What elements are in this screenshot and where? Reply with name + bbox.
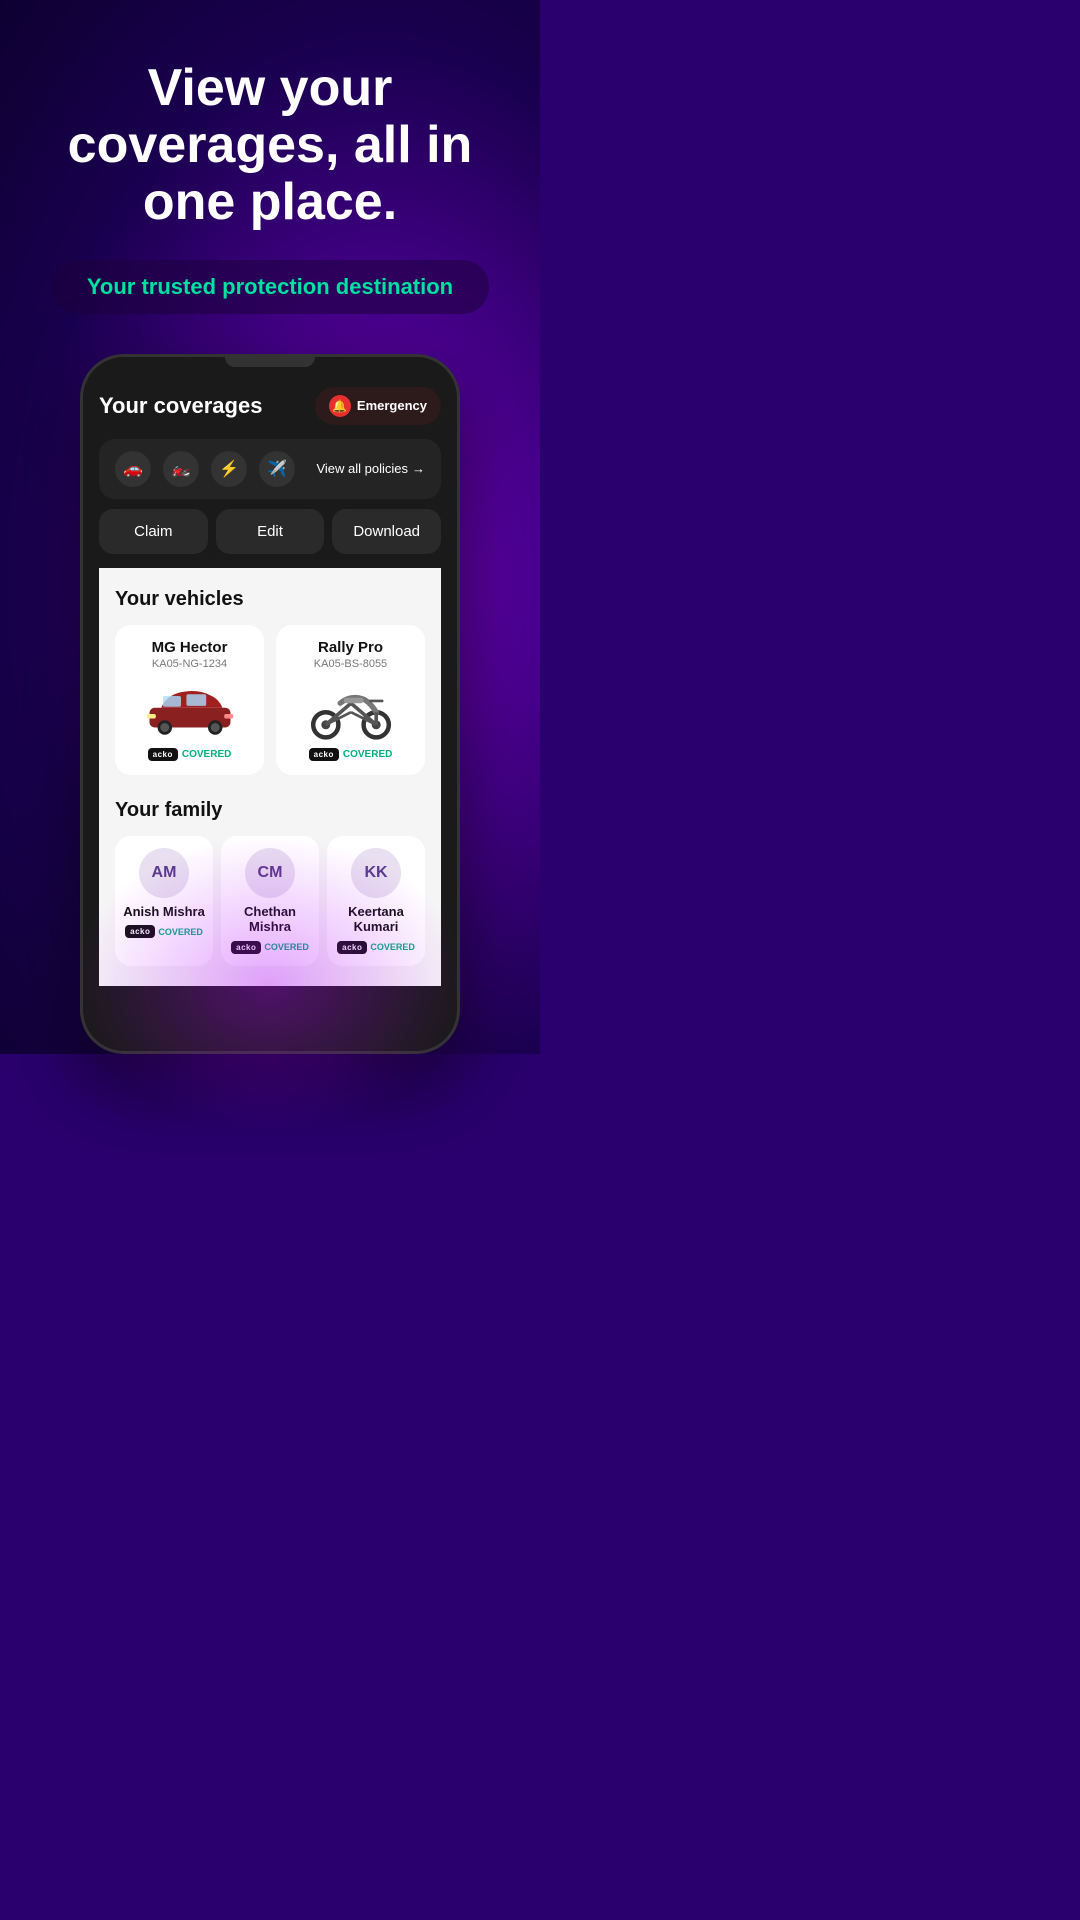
family-card-cm[interactable]: CM Chethan Mishra acko COVERED — [221, 836, 319, 966]
hero-subtitle-container: Your trusted protection destination — [51, 260, 489, 314]
view-all-label: View all policies — [316, 461, 408, 476]
avatar-am: AM — [139, 848, 189, 898]
arrow-right-icon: → — [412, 461, 425, 476]
bell-icon: 🔔 — [329, 395, 351, 417]
covered-label: COVERED — [158, 927, 203, 937]
download-button[interactable]: Download — [332, 509, 441, 554]
car-policy-icon[interactable]: 🚗 — [115, 451, 151, 487]
avatar-cm: CM — [245, 848, 295, 898]
avatar-kk: KK — [351, 848, 401, 898]
family-covered-badge: acko COVERED — [125, 925, 203, 938]
family-card-kk[interactable]: KK Keertana Kumari acko COVERED — [327, 836, 425, 966]
vehicle-covered-badge: acko COVERED — [148, 748, 232, 761]
vehicle-card-rally-pro[interactable]: Rally Pro KA05-BS-8055 — [276, 625, 425, 775]
acko-logo: acko — [309, 748, 339, 761]
family-member-name: Chethan Mishra — [229, 904, 311, 935]
bike-image — [306, 680, 396, 740]
family-member-name: Anish Mishra — [123, 904, 205, 920]
family-covered-badge: acko COVERED — [231, 941, 309, 954]
family-grid: AM Anish Mishra acko COVERED CM Chethan … — [115, 836, 425, 966]
ev-policy-icon[interactable]: ⚡ — [211, 451, 247, 487]
view-all-policies-button[interactable]: View all policies → — [316, 461, 425, 476]
hero-title: View your coverages, all in one place. — [30, 60, 510, 232]
acko-logo: acko — [337, 941, 367, 954]
content-section: Your vehicles MG Hector KA05-NG-1234 — [99, 568, 441, 986]
acko-logo: acko — [148, 748, 178, 761]
phone-notch — [225, 357, 315, 367]
family-card-am[interactable]: AM Anish Mishra acko COVERED — [115, 836, 213, 966]
vehicle-card-mg-hector[interactable]: MG Hector KA05-NG-1234 — [115, 625, 264, 775]
hero-subtitle: Your trusted protection destination — [87, 274, 453, 300]
acko-logo: acko — [231, 941, 261, 954]
coverage-header: Your coverages 🔔 Emergency — [99, 377, 441, 425]
emergency-button[interactable]: 🔔 Emergency — [315, 387, 441, 425]
covered-label: COVERED — [264, 942, 309, 952]
covered-label: COVERED — [343, 749, 392, 760]
edit-button[interactable]: Edit — [216, 509, 325, 554]
family-member-name: Keertana Kumari — [335, 904, 417, 935]
policy-icons-list: 🚗 🏍️ ⚡ ✈️ — [115, 451, 295, 487]
covered-label: COVERED — [182, 749, 231, 760]
car-image — [145, 680, 235, 740]
acko-logo: acko — [125, 925, 155, 938]
bike-covered-badge: acko COVERED — [309, 748, 393, 761]
bike-policy-icon[interactable]: 🏍️ — [163, 451, 199, 487]
vehicles-grid: MG Hector KA05-NG-1234 — [115, 625, 425, 775]
vehicle-name: MG Hector — [152, 639, 228, 656]
family-section-title: Your family — [115, 799, 425, 822]
hero-background: View your coverages, all in one place. Y… — [0, 0, 540, 1054]
vehicles-section: Your vehicles MG Hector KA05-NG-1234 — [115, 588, 425, 775]
travel-policy-icon[interactable]: ✈️ — [259, 451, 295, 487]
phone-screen: Your coverages 🔔 Emergency 🚗 🏍️ ⚡ ✈️ Vie… — [83, 357, 457, 986]
claim-button[interactable]: Claim — [99, 509, 208, 554]
vehicle-plate: KA05-BS-8055 — [314, 658, 387, 670]
vehicle-name: Rally Pro — [318, 639, 383, 656]
phone-mockup: Your coverages 🔔 Emergency 🚗 🏍️ ⚡ ✈️ Vie… — [80, 354, 460, 1054]
family-covered-badge: acko COVERED — [337, 941, 415, 954]
vehicle-plate: KA05-NG-1234 — [152, 658, 227, 670]
screen-title: Your coverages — [99, 393, 262, 419]
policy-icons-row: 🚗 🏍️ ⚡ ✈️ View all policies → — [99, 439, 441, 499]
vehicles-section-title: Your vehicles — [115, 588, 425, 611]
action-buttons-row: Claim Edit Download — [99, 509, 441, 554]
family-section: Your family AM Anish Mishra acko COVERED — [115, 799, 425, 966]
emergency-label: Emergency — [357, 398, 427, 413]
covered-label: COVERED — [370, 942, 415, 952]
